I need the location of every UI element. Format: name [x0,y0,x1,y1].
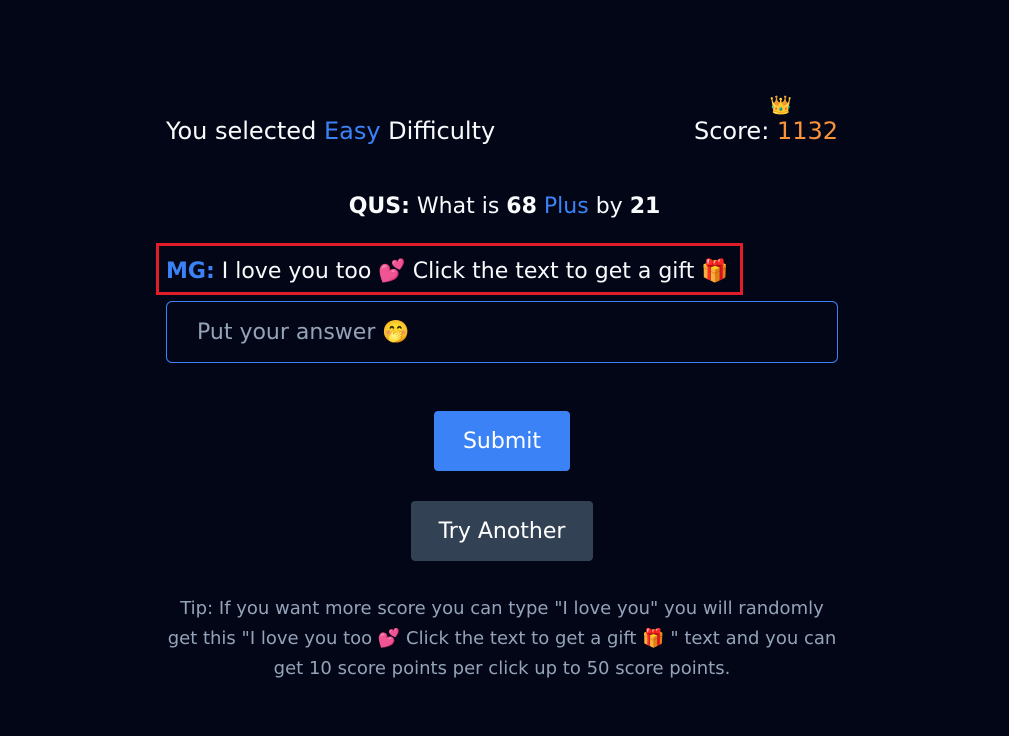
message-cta: Click the text to get a gift [412,259,695,284]
hearts-icon: 💕 [378,259,406,284]
try-another-button[interactable]: Try Another [411,501,593,561]
gift-icon: 🎁 [701,259,729,284]
gift-message-link[interactable]: I love you too 💕 Click the text to get a… [222,259,729,284]
quiz-page: You selected Easy Difficulty Score: 👑 11… [0,0,1009,736]
score-display: Score: 👑 1132 [693,97,838,146]
header: You selected Easy Difficulty Score: 👑 11… [166,97,838,150]
message-label: MG: [166,259,215,284]
question-label: QUS: [348,194,410,219]
difficulty-prefix: You selected [166,117,317,145]
message-text: I love you too [221,259,372,284]
score-value: 1132 [776,117,838,145]
difficulty-text: You selected Easy Difficulty [166,116,495,146]
submit-button[interactable]: Submit [434,411,570,471]
difficulty-level: Easy [323,117,381,145]
question-prefix: What is [416,194,500,219]
question-operand-2: 21 [629,194,661,219]
answer-input[interactable] [166,301,838,363]
question-operator: Plus [543,194,589,219]
tip-text: Tip: If you want more score you can type… [167,598,837,679]
question-connector: by [595,194,623,219]
difficulty-suffix: Difficulty [388,117,496,145]
question-text: QUS: What is 68 Plus by 21 [0,193,1009,221]
crown-icon: 👑 [769,95,793,116]
score-value-wrap: 👑 1132 [770,97,838,146]
question-operand-1: 68 [506,194,537,219]
score-label: Score: [693,117,770,145]
message-line: MG: I love you too 💕 Click the text to g… [166,257,729,287]
